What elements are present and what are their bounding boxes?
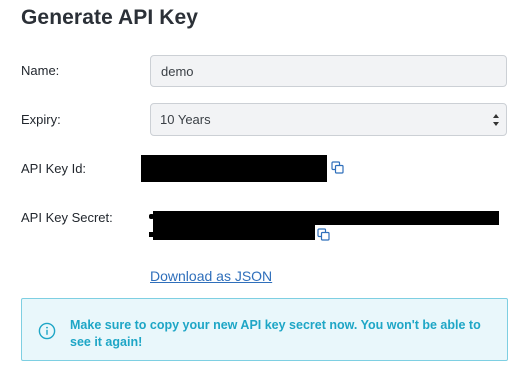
copy-icon[interactable] [331,161,344,174]
api-key-secret-redacted [153,224,315,240]
name-label: Name: [21,63,60,78]
warning-alert: Make sure to copy your new API key secre… [21,298,508,361]
api-key-id-label: API Key Id: [21,161,87,176]
name-input[interactable] [150,55,507,87]
alert-message: Make sure to copy your new API key secre… [70,318,481,349]
select-arrows-icon [493,114,499,126]
api-key-id-redacted [141,155,327,182]
expiry-label: Expiry: [21,112,61,127]
copy-icon[interactable] [317,228,330,241]
api-key-secret-redacted [153,211,499,225]
api-key-secret-redacted [149,232,154,237]
page-title: Generate API Key [21,6,199,29]
info-icon [38,322,56,340]
api-key-secret-redacted [149,214,154,219]
download-json-link[interactable]: Download as JSON [150,268,272,284]
expiry-select[interactable]: 10 Years [150,103,507,136]
expiry-selected-value: 10 Years [160,112,211,127]
api-key-secret-label: API Key Secret: [21,210,113,225]
